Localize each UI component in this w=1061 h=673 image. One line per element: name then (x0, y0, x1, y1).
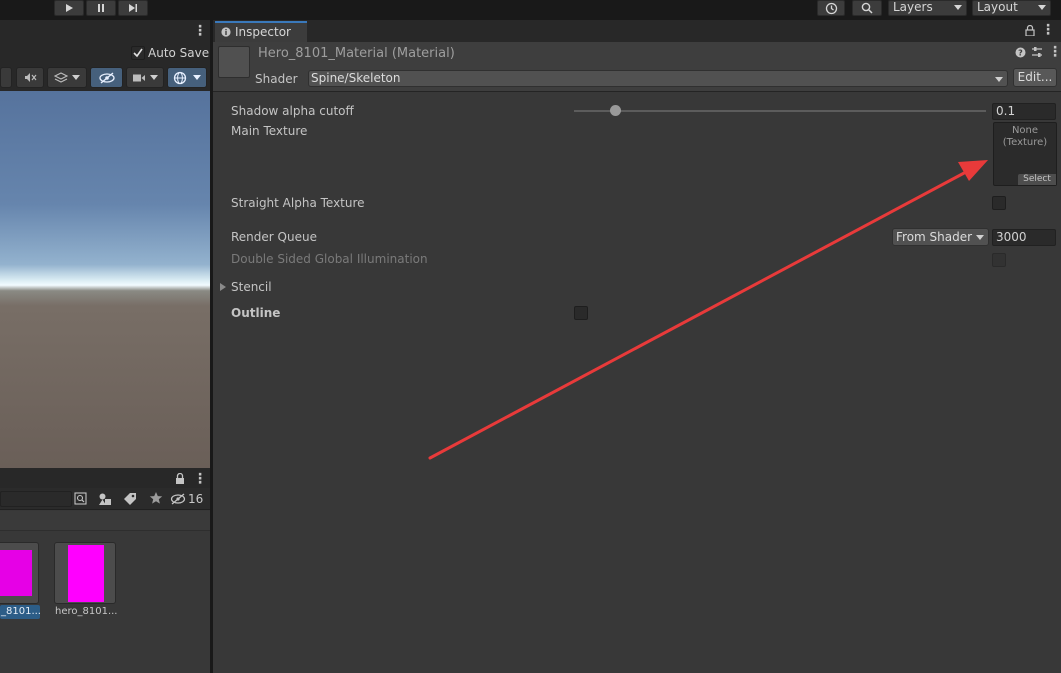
checkmark-icon (133, 48, 143, 58)
texture-swatch (68, 545, 104, 602)
camera-icon (133, 74, 145, 81)
auto-save-checkbox[interactable] (131, 46, 145, 60)
pause-button[interactable] (86, 0, 116, 16)
chevron-down-icon (1038, 5, 1046, 10)
stencil-foldout-label[interactable]: Stencil (231, 280, 272, 294)
chevron-down-icon (976, 235, 984, 240)
info-icon (221, 27, 231, 37)
straight-alpha-label: Straight Alpha Texture (231, 196, 365, 210)
tab-inspector[interactable]: Inspector (215, 21, 307, 42)
eye-hidden-icon (170, 493, 186, 505)
label-tag-icon[interactable] (123, 492, 137, 506)
layout-label: Layout (977, 0, 1018, 14)
scene-menu-icon[interactable]: ⋮ (193, 23, 207, 39)
help-icon[interactable]: ? (1015, 47, 1026, 58)
project-breadcrumb (0, 511, 210, 531)
svg-text:?: ? (1018, 49, 1023, 58)
double-sided-gi-checkbox (992, 253, 1006, 267)
lock-icon[interactable] (1025, 25, 1035, 36)
layers-label: Layers (893, 0, 933, 14)
layers-stack-icon (54, 71, 68, 83)
lock-icon[interactable] (175, 473, 185, 484)
shadow-alpha-cutoff-label: Shadow alpha cutoff (231, 104, 354, 118)
scene-viewport[interactable] (0, 91, 210, 468)
preset-sliders-icon[interactable] (1031, 46, 1043, 58)
play-button[interactable] (54, 0, 84, 16)
slider-thumb[interactable] (609, 105, 621, 116)
tab-label: Inspector (235, 25, 291, 39)
auto-save-label: Auto Save (148, 46, 210, 60)
search-icon (861, 2, 873, 14)
render-queue-field[interactable]: 3000 (992, 229, 1056, 246)
search-button[interactable] (852, 0, 882, 16)
texture-swatch (0, 550, 32, 596)
layers-dropdown[interactable]: Layers (888, 0, 967, 16)
speaker-muted-icon (24, 73, 36, 82)
effects-dropdown-button[interactable] (47, 67, 87, 88)
shadow-alpha-cutoff-slider[interactable] (574, 110, 986, 112)
chevron-down-icon (72, 75, 80, 80)
asset-label[interactable]: hero_8101... (55, 605, 118, 619)
straight-alpha-checkbox[interactable] (992, 196, 1006, 210)
render-queue-mode-dropdown[interactable]: From Shader (892, 228, 989, 246)
gizmo-globe-icon (173, 71, 187, 84)
texture-select-button[interactable]: Select (1018, 174, 1056, 185)
asset-thumbnail[interactable] (54, 542, 116, 604)
texture-slot-text: None (Texture) (993, 125, 1057, 149)
inspector-menu-icon[interactable]: ⋮ (1041, 22, 1055, 38)
history-icon (825, 2, 837, 14)
chevron-down-icon (150, 75, 158, 80)
texture-type-label: (Texture) (1002, 137, 1048, 148)
material-preview-icon (218, 46, 250, 78)
component-menu-icon[interactable]: ⋮ (1048, 44, 1061, 60)
chevron-down-icon (193, 75, 201, 80)
hidden-packages-toggle[interactable]: 16 (170, 490, 208, 508)
gizmos-dropdown-button[interactable] (167, 67, 207, 88)
texture-none-label: None (1011, 125, 1039, 136)
shadow-alpha-cutoff-field[interactable]: 0.1 (992, 103, 1056, 120)
outline-checkbox[interactable] (574, 306, 588, 320)
asset-label-selected[interactable]: _8101... (0, 605, 41, 619)
double-sided-gi-label: Double Sided Global Illumination (231, 252, 428, 266)
shader-dropdown[interactable]: Spine/Skeleton (308, 70, 1008, 87)
main-texture-label: Main Texture (231, 124, 308, 138)
project-search-input[interactable] (0, 491, 72, 507)
shader-label: Shader (255, 72, 298, 86)
eye-hidden-icon (98, 71, 115, 84)
filter-by-type-icon[interactable] (98, 492, 112, 506)
step-icon (129, 4, 137, 12)
render-queue-label: Render Queue (231, 230, 317, 244)
audio-toggle-button[interactable] (16, 67, 44, 88)
render-queue-mode: From Shader (896, 230, 973, 244)
outline-label: Outline (231, 306, 281, 320)
camera-dropdown-button[interactable] (126, 67, 164, 88)
hidden-packages-count: 16 (188, 492, 204, 506)
inspector-tab-bar (213, 20, 1061, 42)
material-title: Hero_8101_Material (Material) (258, 46, 455, 61)
edit-shader-button[interactable]: Edit... (1013, 68, 1057, 87)
scene-visibility-toggle[interactable] (90, 67, 123, 88)
undo-history-button[interactable] (817, 0, 845, 16)
asset-thumbnail[interactable] (0, 542, 39, 604)
draw-mode-button[interactable] (0, 67, 12, 88)
step-button[interactable] (118, 0, 148, 16)
pause-icon (98, 4, 104, 12)
chevron-down-icon (954, 5, 962, 10)
shader-value: Spine/Skeleton (311, 71, 401, 85)
foldout-arrow-icon[interactable] (220, 283, 226, 291)
scene-tab-bar (0, 20, 210, 42)
search-by-type-icon[interactable] (74, 492, 87, 505)
favorite-star-icon[interactable] (149, 491, 163, 505)
chevron-down-icon (995, 77, 1003, 82)
play-icon (66, 4, 73, 12)
project-menu-icon[interactable]: ⋮ (193, 471, 207, 487)
layout-dropdown[interactable]: Layout (972, 0, 1051, 16)
